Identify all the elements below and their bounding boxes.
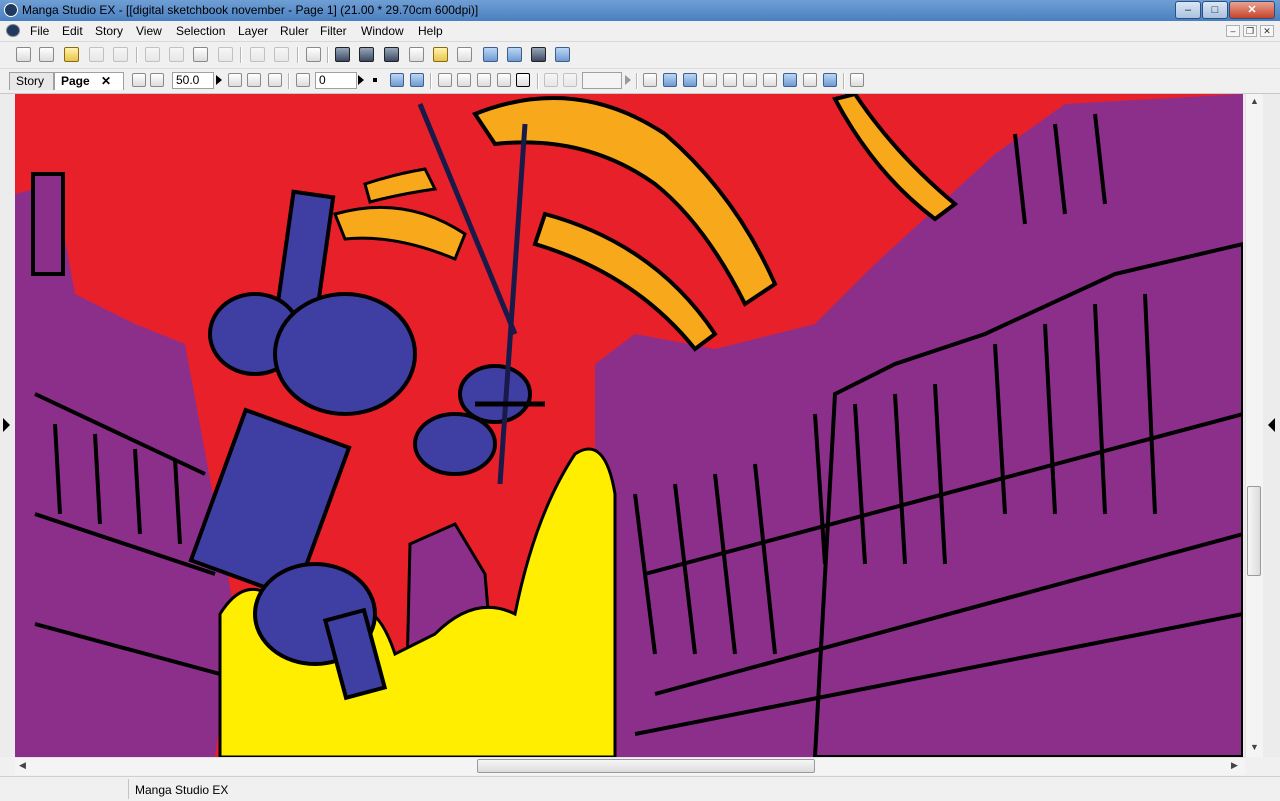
layer-window-icon[interactable] [409, 47, 424, 62]
guide-icon[interactable] [438, 73, 452, 87]
view-story-icon[interactable] [384, 47, 399, 62]
scroll-up-icon[interactable]: ▲ [1250, 96, 1259, 106]
actual-size-icon[interactable] [247, 73, 261, 87]
view-spread-icon[interactable] [359, 47, 374, 62]
left-panel-arrow-icon[interactable] [3, 418, 10, 432]
tab-page[interactable]: Page ✕ [54, 72, 124, 90]
tab-close-icon[interactable]: ✕ [101, 74, 111, 88]
parallel-lines-icon[interactable] [743, 73, 757, 87]
flip-vertical-icon[interactable] [410, 73, 424, 87]
fit-icon[interactable] [132, 73, 146, 87]
maximize-button[interactable]: □ [1202, 1, 1228, 19]
status-text: Manga Studio EX [128, 779, 228, 799]
rotation-menu-arrow-icon[interactable] [358, 75, 364, 85]
horizontal-scrollbar[interactable]: ◀ ▶ [15, 757, 1245, 775]
undo-icon[interactable] [250, 47, 265, 62]
symmetry-icon[interactable] [703, 73, 717, 87]
menu-help[interactable]: Help [418, 24, 443, 38]
layer-opacity-field[interactable] [582, 72, 622, 89]
paste-icon[interactable] [193, 47, 208, 62]
perspective-icon[interactable] [683, 73, 697, 87]
scroll-down-icon[interactable]: ▼ [1250, 742, 1259, 752]
scroll-right-icon[interactable]: ▶ [1231, 760, 1238, 771]
artwork-canvas[interactable] [15, 94, 1243, 757]
ruler-icon[interactable] [497, 73, 511, 87]
menu-view[interactable]: View [136, 24, 162, 38]
print-icon[interactable] [306, 47, 321, 62]
layer-down-icon[interactable] [563, 73, 577, 87]
window-title: Manga Studio EX - [[digital sketchbook n… [22, 3, 479, 17]
grid-blue-icon[interactable] [823, 73, 837, 87]
cut-icon[interactable] [145, 47, 160, 62]
grid-icon[interactable] [477, 73, 491, 87]
menu-window[interactable]: Window [361, 24, 404, 38]
document-icon[interactable] [6, 24, 20, 37]
properties-icon[interactable] [433, 47, 448, 62]
zoom-field[interactable]: 50.0 [172, 72, 214, 89]
perspective-grid-icon[interactable] [783, 73, 797, 87]
radial-lines-icon[interactable] [763, 73, 777, 87]
new-story-icon[interactable] [39, 47, 54, 62]
status-bar: Manga Studio EX [0, 776, 1280, 801]
app-icon [4, 3, 18, 17]
print-size-icon[interactable] [268, 73, 282, 87]
menu-file[interactable]: File [30, 24, 49, 38]
menu-filter[interactable]: Filter [320, 24, 347, 38]
zoom-in-icon[interactable] [228, 73, 242, 87]
navigator-icon[interactable] [483, 47, 498, 62]
layer-up-icon[interactable] [544, 73, 558, 87]
scroll-left-icon[interactable]: ◀ [19, 760, 26, 771]
check-icon[interactable] [457, 47, 472, 62]
menu-ruler[interactable]: Ruler [280, 24, 309, 38]
zoom-menu-arrow-icon[interactable] [216, 75, 222, 85]
comic-illustration [15, 94, 1243, 757]
doc-close-button[interactable]: ✕ [1260, 25, 1274, 37]
doc-restore-button[interactable]: ❐ [1243, 25, 1257, 37]
page-toolbar: Story Page ✕ 50.0 0 [0, 69, 1280, 94]
tool-options-icon[interactable] [531, 47, 546, 62]
redo-icon[interactable] [274, 47, 289, 62]
horizontal-scroll-thumb[interactable] [477, 759, 815, 773]
hash-grid-icon[interactable] [803, 73, 817, 87]
close-button[interactable]: ✕ [1229, 1, 1275, 19]
play-icon[interactable] [555, 47, 570, 62]
layer-menu-arrow-icon[interactable] [625, 75, 631, 85]
vertical-scrollbar[interactable]: ▲ ▼ [1245, 94, 1263, 757]
rotation-field[interactable]: 0 [315, 72, 357, 89]
menu-edit[interactable]: Edit [62, 24, 83, 38]
main-toolbar [0, 42, 1280, 69]
menu-story[interactable]: Story [95, 24, 123, 38]
flip-horizontal-icon[interactable] [390, 73, 404, 87]
view-page-icon[interactable] [335, 47, 350, 62]
zoom-out-icon[interactable] [150, 73, 164, 87]
delete-icon[interactable] [218, 47, 233, 62]
menu-layer[interactable]: Layer [238, 24, 268, 38]
rotate-icon[interactable] [296, 73, 310, 87]
fit-window-icon[interactable] [457, 73, 471, 87]
tab-page-label: Page [61, 74, 90, 88]
color-palette-icon[interactable] [507, 47, 522, 62]
save-all-icon[interactable] [113, 47, 128, 62]
tab-story-label: Story [16, 74, 45, 88]
menu-selection[interactable]: Selection [176, 24, 225, 38]
minimize-button[interactable]: – [1175, 1, 1201, 19]
copy-icon[interactable] [169, 47, 184, 62]
right-panel-arrow-icon[interactable] [1268, 418, 1275, 432]
doc-minimize-button[interactable]: – [1226, 25, 1240, 37]
menu-bar: File Edit Story View Selection Layer Rul… [0, 21, 1280, 42]
pen-icon[interactable] [643, 73, 657, 87]
vertical-scroll-thumb[interactable] [1247, 486, 1261, 576]
selection-icon[interactable] [516, 73, 530, 87]
reset-rotation-icon[interactable] [373, 78, 377, 82]
save-icon[interactable] [89, 47, 104, 62]
panel-toggle-icon[interactable] [850, 73, 864, 87]
title-bar: Manga Studio EX - [[digital sketchbook n… [0, 0, 1280, 21]
new-page-icon[interactable] [16, 47, 31, 62]
curve-ruler-icon[interactable] [723, 73, 737, 87]
open-icon[interactable] [64, 47, 79, 62]
ruler-line-icon[interactable] [663, 73, 677, 87]
tab-story[interactable]: Story [9, 72, 54, 90]
